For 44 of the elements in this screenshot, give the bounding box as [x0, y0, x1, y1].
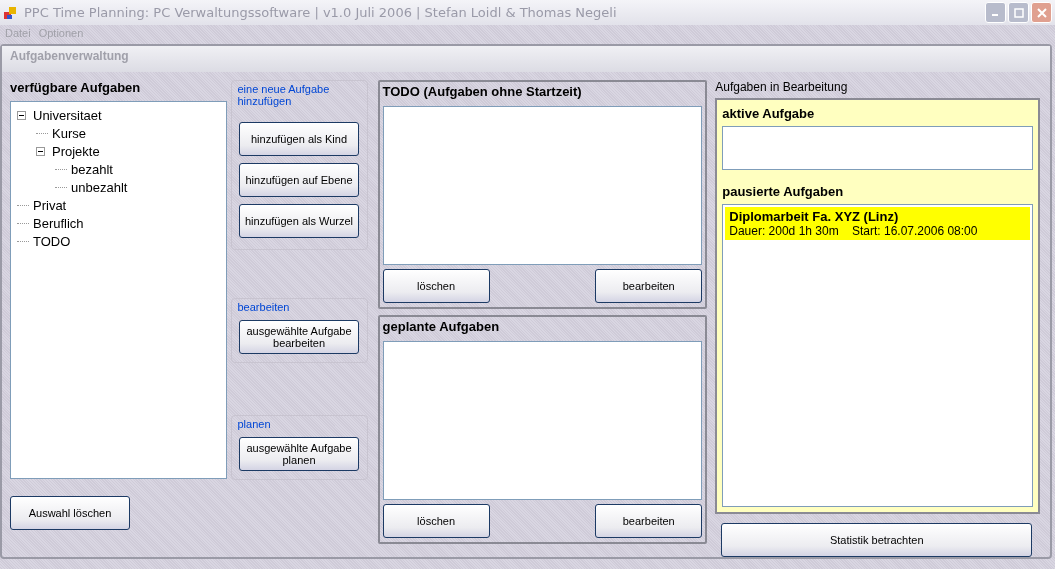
- list-title: geplante Aufgaben: [382, 319, 501, 336]
- tree-item[interactable]: Privat: [33, 197, 67, 213]
- collapse-icon[interactable]: [17, 110, 29, 120]
- list-button[interactable]: löschen: [382, 504, 490, 538]
- active-title: aktive Aufgabe: [722, 106, 816, 123]
- action-button[interactable]: hinzufügen als Kind: [239, 122, 359, 156]
- group-title: planen: [237, 418, 272, 430]
- section-title: Aufgaben in Bearbeitung: [715, 80, 849, 96]
- clear-selection-button[interactable]: Auswahl löschen: [10, 496, 130, 530]
- list-button[interactable]: bearbeiten: [595, 269, 703, 303]
- list-title: TODO (Aufgaben ohne Startzeit): [382, 84, 583, 101]
- tree-item[interactable]: Universitaet: [33, 107, 102, 123]
- active-task-box[interactable]: [722, 126, 1033, 170]
- action-button[interactable]: ausgewählte Aufgabe planen: [239, 437, 359, 471]
- collapse-icon[interactable]: [36, 146, 48, 156]
- list-button[interactable]: bearbeiten: [595, 504, 703, 538]
- maximize-button[interactable]: [1008, 2, 1029, 24]
- paused-task-list[interactable]: Diplomarbeit Fa. XYZ (Linz) Dauer: 200d 1h 30m Start: 16.07.2006 08:00: [722, 204, 1033, 507]
- tree-item[interactable]: Kurse: [52, 125, 86, 141]
- tree-item[interactable]: Projekte: [52, 143, 100, 159]
- action-button[interactable]: hinzufügen auf Ebene: [239, 163, 359, 197]
- window-title: PPC Time Planning: PC Verwaltungssoftware | v1.0 Juli 2006 | Stefan Loidl & Thomas Negeli: [24, 5, 617, 21]
- tree-item[interactable]: Beruflich: [33, 215, 84, 231]
- minimize-button[interactable]: [985, 2, 1006, 24]
- paused-title: pausierte Aufgaben: [722, 184, 845, 201]
- group-title: bearbeiten: [237, 301, 291, 313]
- list-button[interactable]: löschen: [382, 269, 490, 303]
- close-icon: [1036, 7, 1047, 18]
- app-icon: [4, 5, 18, 20]
- task-list[interactable]: [382, 106, 703, 265]
- tree-item[interactable]: TODO: [33, 233, 71, 249]
- action-button[interactable]: hinzufügen als Wurzel: [239, 204, 359, 238]
- task-tree[interactable]: Universitaet Kurse Projekte bezahlt unbezahlt Privat Beruflich TODO: [10, 101, 227, 479]
- paused-task[interactable]: Diplomarbeit Fa. XYZ (Linz) Dauer: 200d 1h 30m Start: 16.07.2006 08:00: [725, 207, 1030, 240]
- tree-item[interactable]: bezahlt: [71, 161, 113, 177]
- task-list[interactable]: [382, 341, 703, 500]
- action-button[interactable]: ausgewählte Aufgabe bearbeiten: [239, 320, 359, 354]
- statistics-button[interactable]: Statistik betrachten: [721, 523, 1033, 557]
- panel-title: Aufgabenverwaltung: [2, 46, 1050, 72]
- close-button[interactable]: [1031, 2, 1052, 24]
- tree-item[interactable]: unbezahlt: [71, 179, 128, 195]
- maximize-icon: [1013, 7, 1024, 18]
- tree-title: verfügbare Aufgaben: [10, 80, 142, 97]
- group-title: eine neue Aufgabe hinzufügen: [237, 83, 331, 107]
